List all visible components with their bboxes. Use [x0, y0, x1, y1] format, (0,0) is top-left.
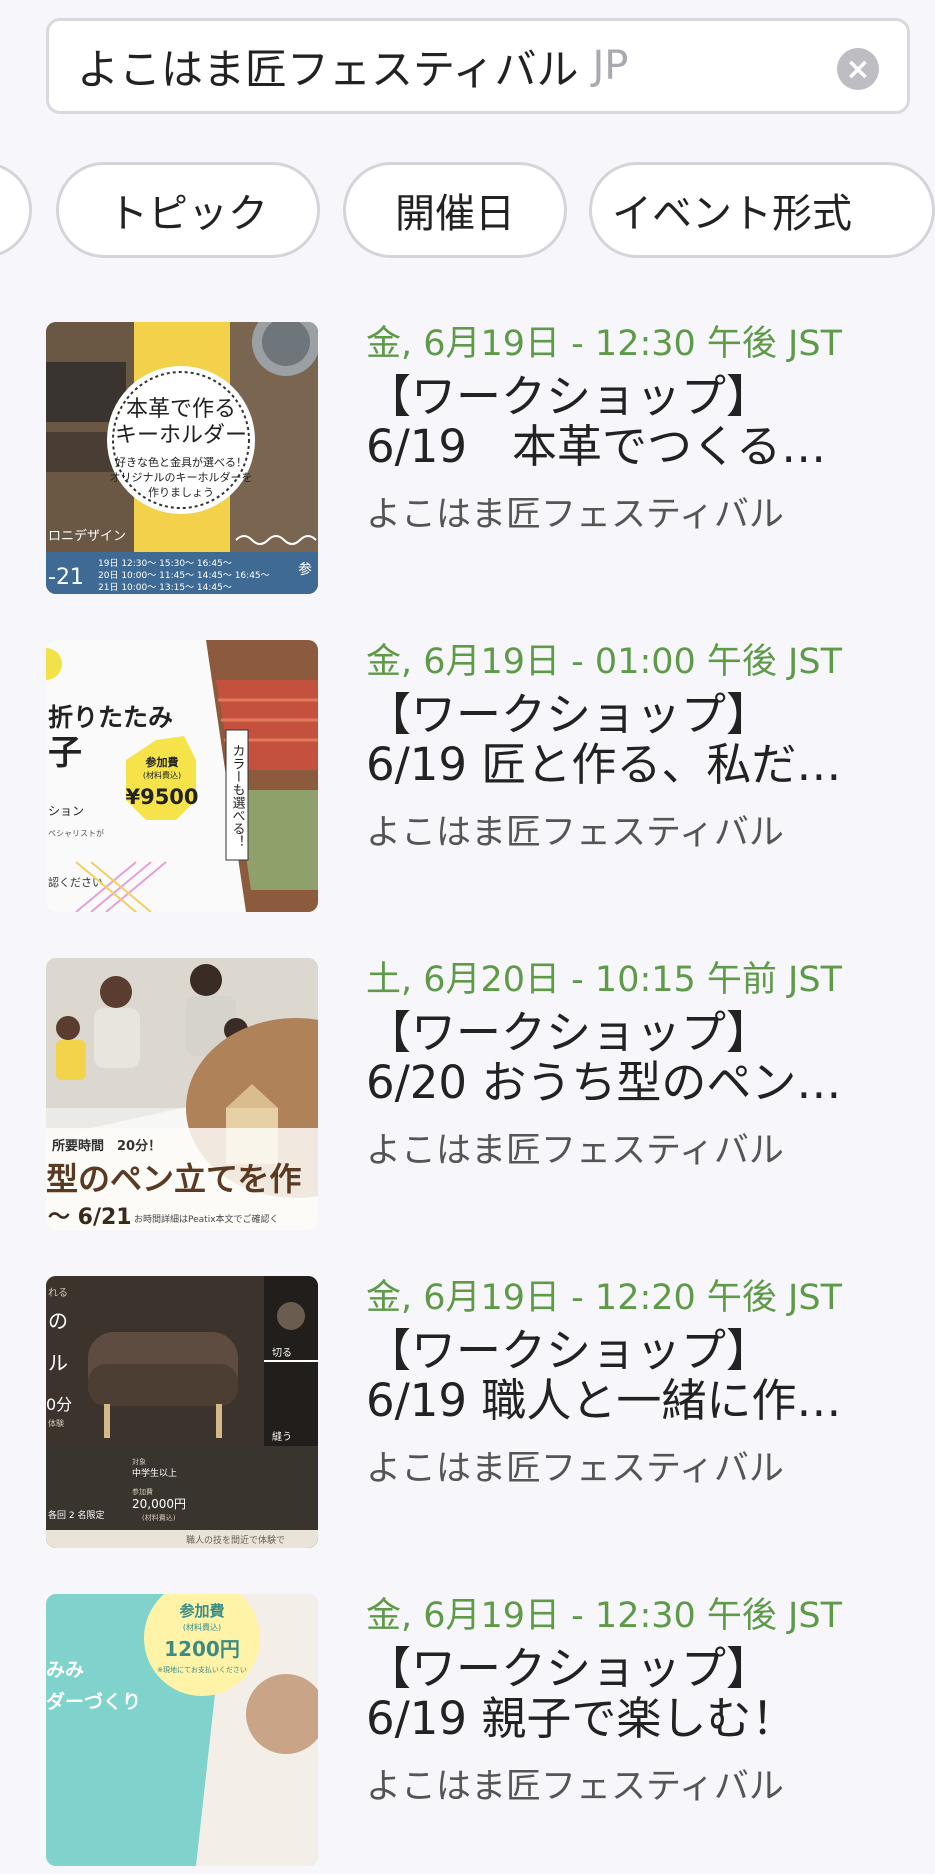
ottoman-image: れる の ル 0分 体験 切る 縫う 対象 中学生以上 参加費 20,000円 … [46, 1276, 318, 1548]
event-title[interactable]: 【ワークショップ】 6/19 匠と作る、私だ… [366, 690, 906, 790]
svg-text:20日 10:00〜 11:45〜 14:45〜 16:45: 20日 10:00〜 11:45〜 14:45〜 16:45〜 [98, 570, 270, 581]
svg-text:参加費: 参加費 [179, 1602, 224, 1620]
svg-text:切る: 切る [272, 1347, 292, 1359]
event-thumbnail[interactable]: 本革で作る キーホルダー 好きな色と金具が選べる！ オリジナルのキーホルダーを … [46, 322, 318, 594]
svg-text:子: 子 [48, 733, 82, 773]
svg-text:型のペン立てを作: 型のペン立てを作 [46, 1160, 301, 1198]
event-thumbnail[interactable]: 所要時間 20分！ 型のペン立てを作 〜 6/21 お時間詳細はPeatix本文… [46, 958, 318, 1230]
filter-date[interactable]: 開催日 [343, 162, 567, 258]
svg-text:所要時間 20分！: 所要時間 20分！ [52, 1138, 161, 1154]
svg-text:カラーも選べる！: カラーも選べる！ [230, 744, 246, 848]
event-title[interactable]: 【ワークショップ】 6/19 本革でつくる… [366, 372, 906, 472]
filter-topic[interactable]: トピック [56, 162, 320, 258]
event-title[interactable]: 【ワークショップ】 6/20 おうち型のペン… [366, 1008, 906, 1108]
event-meta: 金, 6月19日 - 12:30 午後 JST 【ワークショップ】 6/19 親… [366, 1594, 906, 1809]
event-date: 金, 6月19日 - 12:20 午後 JST [366, 1278, 842, 1318]
svg-text:20,000円: 20,000円 [132, 1497, 186, 1511]
event-date: 金, 6月19日 - 12:30 午後 JST [366, 1596, 842, 1636]
svg-text:ロニデザイン: ロニデザイン [48, 528, 126, 544]
svg-text:ル: ル [48, 1351, 68, 1375]
folding-stool-image: 折りたたみ 子 参加費 (材料費込) ¥9500 カラーも選べる！ ション ペシ… [46, 640, 318, 912]
search-location[interactable]: JP [592, 43, 628, 89]
filter-chip-partial[interactable] [0, 162, 32, 258]
svg-text:各回 2 名限定: 各回 2 名限定 [48, 1509, 104, 1521]
svg-text:1200円: 1200円 [164, 1637, 240, 1661]
svg-text:〜 6/21: 〜 6/21 [48, 1205, 132, 1230]
svg-text:中学生以上: 中学生以上 [132, 1467, 177, 1479]
event-card[interactable]: 参加費 (材料費込) 1200円 ※現地にてお支払いください みみ ダーづくり … [0, 1594, 935, 1874]
svg-text:好きな色と金具が選べる！: 好きな色と金具が選べる！ [115, 455, 247, 469]
event-title[interactable]: 【ワークショップ】 6/19 親子で楽しむ！ [366, 1644, 906, 1744]
clear-search-icon[interactable]: × [837, 48, 879, 90]
event-meta: 金, 6月19日 - 01:00 午後 JST 【ワークショップ】 6/19 匠… [366, 640, 906, 855]
svg-text:の: の [48, 1309, 68, 1333]
event-meta: 金, 6月19日 - 12:30 午後 JST 【ワークショップ】 6/19 本… [366, 322, 906, 537]
svg-text:21日 10:00〜 13:15〜 14:45〜: 21日 10:00〜 13:15〜 14:45〜 [98, 582, 232, 593]
event-organizer[interactable]: よこはま匠フェスティバル [366, 1122, 906, 1173]
event-card[interactable]: 所要時間 20分！ 型のペン立てを作 〜 6/21 お時間詳細はPeatix本文… [0, 958, 935, 1238]
pen-stand-image: 所要時間 20分！ 型のペン立てを作 〜 6/21 お時間詳細はPeatix本文… [46, 958, 318, 1230]
event-date: 土, 6月20日 - 10:15 午前 JST [366, 960, 842, 1000]
svg-text:(材料費込): (材料費込) [143, 770, 181, 780]
search-bar[interactable]: よこはま匠フェスティバル JP × [46, 18, 910, 114]
svg-text:体験: 体験 [48, 1418, 64, 1428]
filter-format[interactable]: イベント形式 [589, 162, 935, 258]
event-thumbnail[interactable]: 参加費 (材料費込) 1200円 ※現地にてお支払いください みみ ダーづくり [46, 1594, 318, 1866]
svg-text:本革で作る: 本革で作る [126, 397, 236, 422]
svg-text:-21: -21 [48, 565, 84, 590]
svg-text:19日 12:30〜 15:30〜 16:45〜: 19日 12:30〜 15:30〜 16:45〜 [98, 558, 232, 569]
event-thumbnail[interactable]: れる の ル 0分 体験 切る 縫う 対象 中学生以上 参加費 20,000円 … [46, 1276, 318, 1548]
svg-text:ペシャリストが: ペシャリストが [48, 828, 104, 838]
leather-keyholder-image: 本革で作る キーホルダー 好きな色と金具が選べる！ オリジナルのキーホルダーを … [46, 322, 318, 594]
event-date: 金, 6月19日 - 01:00 午後 JST [366, 642, 842, 682]
svg-text:¥9500: ¥9500 [125, 785, 198, 809]
filter-chips: トピック 開催日 イベント形式 [0, 162, 935, 260]
event-organizer[interactable]: よこはま匠フェスティバル [366, 1758, 906, 1809]
svg-text:キーホルダー: キーホルダー [115, 423, 247, 448]
svg-text:(材料費込): (材料費込) [183, 1622, 221, 1632]
svg-text:参加費: 参加費 [132, 1487, 153, 1496]
svg-text:参加費: 参加費 [146, 755, 179, 769]
event-card[interactable]: 折りたたみ 子 参加費 (材料費込) ¥9500 カラーも選べる！ ション ペシ… [0, 640, 935, 920]
svg-text:(材料費込): (材料費込) [142, 1513, 176, 1522]
event-title[interactable]: 【ワークショップ】 6/19 職人と一緒に作… [366, 1326, 906, 1426]
svg-text:※現地にてお支払いください: ※現地にてお支払いください [157, 1665, 247, 1674]
svg-text:れる: れる [48, 1287, 68, 1299]
svg-text:オリジナルのキーホルダーを: オリジナルのキーホルダーを [110, 470, 253, 484]
svg-text:折りたたみ: 折りたたみ [48, 703, 173, 732]
event-date: 金, 6月19日 - 12:30 午後 JST [366, 324, 842, 364]
event-organizer[interactable]: よこはま匠フェスティバル [366, 1440, 906, 1491]
svg-text:ダーづくり: ダーづくり [46, 1690, 141, 1713]
event-meta: 金, 6月19日 - 12:20 午後 JST 【ワークショップ】 6/19 職… [366, 1276, 906, 1491]
svg-text:参: 参 [298, 561, 312, 578]
event-organizer[interactable]: よこはま匠フェスティバル [366, 804, 906, 855]
svg-text:ション: ション [48, 804, 84, 818]
event-meta: 土, 6月20日 - 10:15 午前 JST 【ワークショップ】 6/20 お… [366, 958, 906, 1173]
event-card[interactable]: れる の ル 0分 体験 切る 縫う 対象 中学生以上 参加費 20,000円 … [0, 1276, 935, 1556]
kids-workshop-image: 参加費 (材料費込) 1200円 ※現地にてお支払いください みみ ダーづくり [46, 1594, 318, 1866]
svg-text:対象: 対象 [132, 1457, 146, 1466]
svg-text:作りましょう: 作りましょう [148, 486, 214, 499]
event-organizer[interactable]: よこはま匠フェスティバル [366, 486, 906, 537]
search-query[interactable]: よこはま匠フェスティバル [77, 36, 578, 97]
svg-text:0分: 0分 [46, 1395, 72, 1414]
svg-text:お時間詳細はPeatix本文でご確認く: お時間詳細はPeatix本文でご確認く [134, 1213, 279, 1225]
svg-text:みみ: みみ [46, 1659, 84, 1681]
event-thumbnail[interactable]: 折りたたみ 子 参加費 (材料費込) ¥9500 カラーも選べる！ ション ペシ… [46, 640, 318, 912]
svg-text:縫う: 縫う [272, 1430, 292, 1443]
event-card[interactable]: 本革で作る キーホルダー 好きな色と金具が選べる！ オリジナルのキーホルダーを … [0, 322, 935, 602]
svg-text:職人の技を間近で体験で: 職人の技を間近で体験で [186, 1534, 285, 1546]
